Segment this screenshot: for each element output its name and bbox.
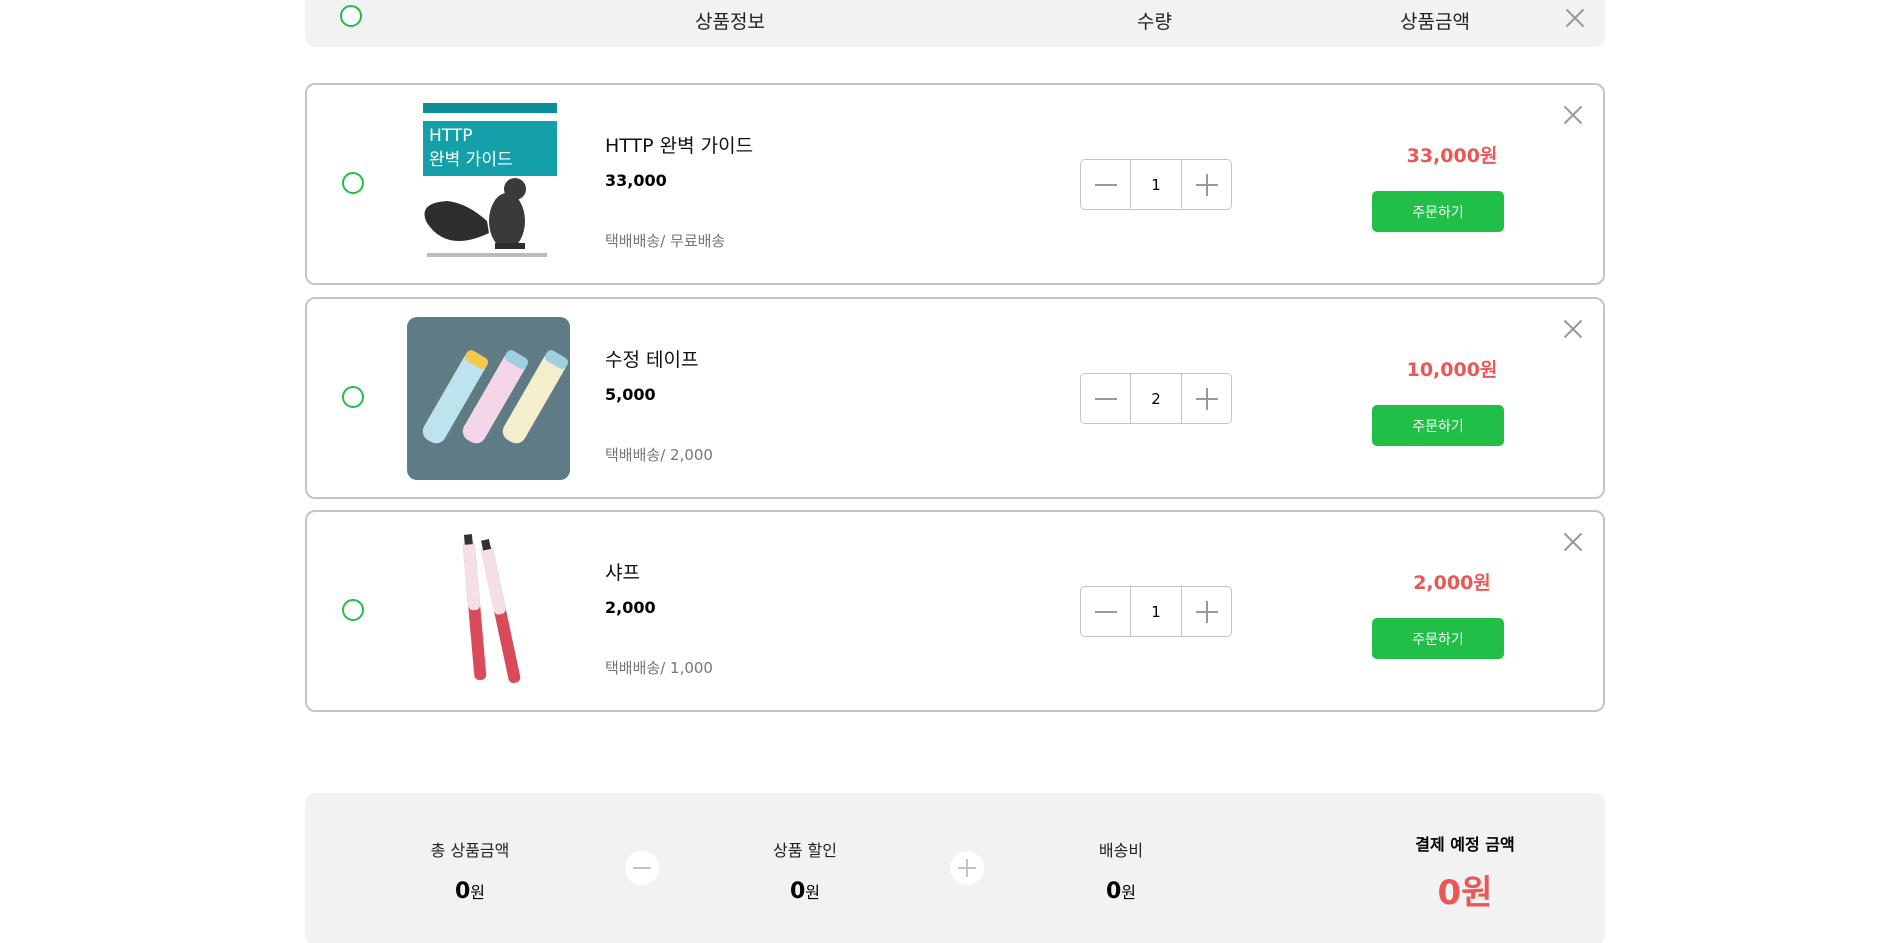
cover-title: HTTP xyxy=(429,126,473,146)
quantity-increase-button[interactable] xyxy=(1181,587,1231,636)
total-value: 0원 xyxy=(454,879,486,904)
order-summary: 총 상품금액 0원 상품 할인 0원 배송비 0원 결제 예정 금액 0원 xyxy=(305,793,1605,943)
quantity-decrease-button[interactable] xyxy=(1081,587,1131,636)
total-product-amount: 총 상품금액 0원 xyxy=(370,837,570,904)
line-price: 33,000원 xyxy=(1406,145,1498,167)
order-button[interactable]: 주문하기 xyxy=(1372,191,1504,232)
shipping-fee: 배송비 0원 xyxy=(1021,837,1221,904)
cover-subtitle: 완벽 가이드 xyxy=(429,150,513,170)
discount-value: 0원 xyxy=(789,879,821,904)
quantity-value: 2 xyxy=(1151,389,1161,408)
product-unit-price: 2,000 xyxy=(605,598,656,617)
item-checkbox[interactable] xyxy=(342,172,364,194)
product-image xyxy=(407,317,570,480)
item-checkbox[interactable] xyxy=(342,599,364,621)
quantity-stepper: 1 xyxy=(1080,159,1232,210)
shipping-value: 0원 xyxy=(1105,879,1137,904)
product-discount: 상품 할인 0원 xyxy=(705,837,905,904)
shipping-label: 배송비 xyxy=(1098,841,1144,860)
quantity-increase-button[interactable] xyxy=(1181,160,1231,209)
product-name[interactable]: HTTP 완벽 가이드 xyxy=(605,131,753,158)
cart-item: HTTP 완벽 가이드 HTTP 완벽 가이드 33,000 택배배송/ 무료배… xyxy=(305,83,1605,285)
quantity-stepper: 1 xyxy=(1080,586,1232,637)
delete-item-icon[interactable] xyxy=(1563,105,1583,125)
minus-icon xyxy=(625,851,659,885)
order-button[interactable]: 주문하기 xyxy=(1372,405,1504,446)
expected-payment: 결제 예정 금액 0원 xyxy=(1345,831,1585,914)
quantity-value: 1 xyxy=(1151,175,1161,194)
plus-icon xyxy=(950,851,984,885)
delete-all-icon[interactable] xyxy=(1565,8,1585,28)
header-product-info: 상품정보 xyxy=(695,11,765,33)
product-image: HTTP 완벽 가이드 xyxy=(407,103,570,266)
line-price: 10,000원 xyxy=(1406,359,1498,381)
final-value: 0원 xyxy=(1437,873,1493,913)
quantity-increase-button[interactable] xyxy=(1181,374,1231,423)
header-quantity: 수량 xyxy=(1137,11,1172,33)
quantity-stepper: 2 xyxy=(1080,373,1232,424)
header-product-price: 상품금액 xyxy=(1400,11,1470,33)
final-label: 결제 예정 금액 xyxy=(1415,835,1515,854)
product-name[interactable]: 수정 테이프 xyxy=(605,345,698,372)
quantity-decrease-button[interactable] xyxy=(1081,160,1131,209)
delete-item-icon[interactable] xyxy=(1563,532,1583,552)
quantity-value: 1 xyxy=(1151,602,1161,621)
discount-label: 상품 할인 xyxy=(773,841,837,860)
cart-item: 샤프 2,000 택배배송/ 1,000 1 2,000원 주문하기 xyxy=(305,510,1605,712)
product-image xyxy=(407,530,570,693)
cart-header: 상품정보 수량 상품금액 xyxy=(305,0,1605,47)
item-checkbox[interactable] xyxy=(342,386,364,408)
cart-item: 수정 테이프 5,000 택배배송/ 2,000 2 10,000원 주문하기 xyxy=(305,297,1605,499)
total-label: 총 상품금액 xyxy=(430,841,510,860)
quantity-decrease-button[interactable] xyxy=(1081,374,1131,423)
delivery-info: 택배배송/ 1,000 xyxy=(605,659,713,677)
product-unit-price: 33,000 xyxy=(605,171,667,190)
select-all-checkbox[interactable] xyxy=(340,5,362,27)
order-button[interactable]: 주문하기 xyxy=(1372,618,1504,659)
delivery-info: 택배배송/ 무료배송 xyxy=(605,232,726,250)
delete-item-icon[interactable] xyxy=(1563,319,1583,339)
line-price: 2,000원 xyxy=(1413,572,1491,594)
product-unit-price: 5,000 xyxy=(605,385,656,404)
delivery-info: 택배배송/ 2,000 xyxy=(605,446,713,464)
product-name[interactable]: 샤프 xyxy=(605,558,640,585)
